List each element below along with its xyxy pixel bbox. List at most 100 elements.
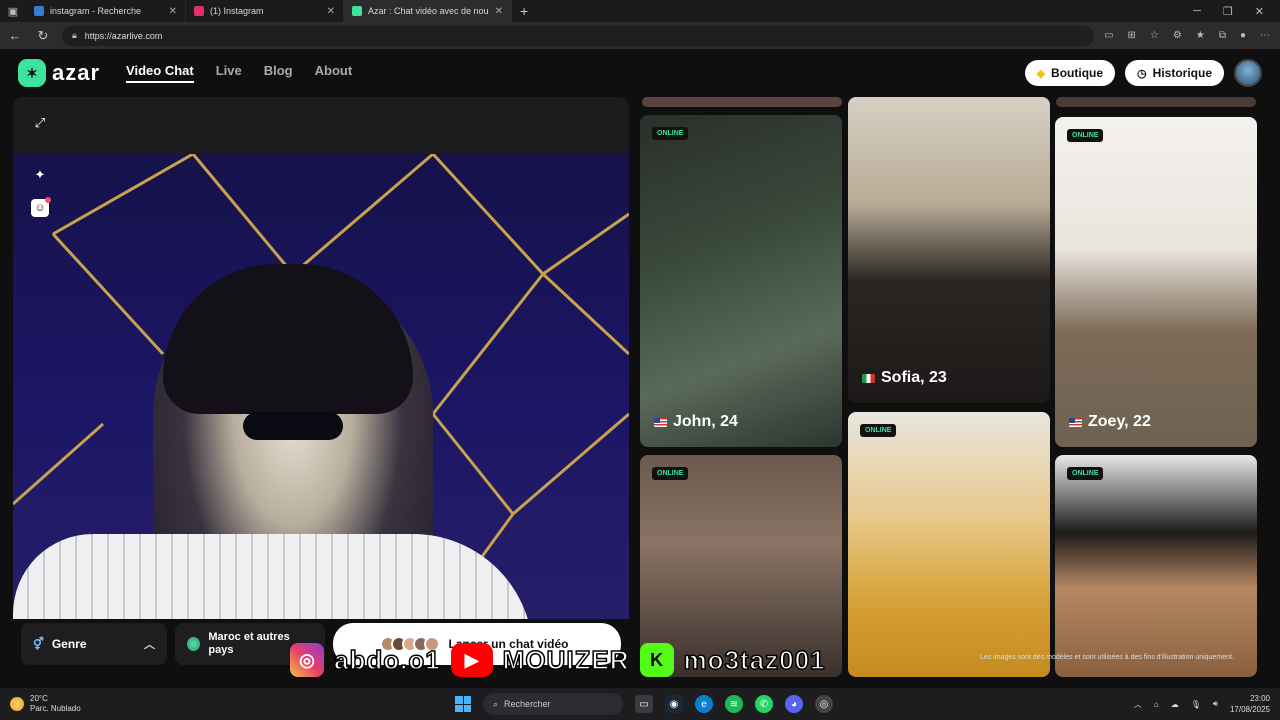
apps-icon[interactable]: ⊞ [1128,30,1136,41]
windows-taskbar: 20°C Parc. Nublado ⌕ Rechercher ▭ ◉ e ≋ … [0,688,1280,720]
profiles-grid: ONLINE John, 24 Sofia, 23 ONLINE Zoey, 2… [640,97,1260,677]
site-header: ✶ azar Video Chat Live Blog About ◆ Bout… [0,49,1280,97]
steam-icon[interactable]: ◉ [665,695,683,713]
read-aloud-icon[interactable]: ▭ [1104,30,1113,41]
user-avatar[interactable] [1234,59,1262,87]
webcam-glasses-graphic [243,412,343,440]
back-icon[interactable]: ← [6,28,24,43]
globe-icon [187,637,201,651]
close-icon[interactable]: ✕ [495,6,503,17]
nav-about[interactable]: About [315,63,353,83]
tab-title: instagram - Recherche [50,6,142,16]
profile-name: Sofia, 23 [862,369,947,387]
new-tab-icon[interactable]: + [512,3,536,19]
face-filter-icon[interactable]: ☺ [31,197,51,217]
obs-icon[interactable]: ◎ [815,695,833,713]
gender-icon: ⚥ [33,637,44,651]
illustration-disclaimer: Les images sont des modèles et sont util… [980,654,1234,661]
extensions-icon[interactable]: ⚙ [1173,30,1182,41]
profile-card-partial[interactable] [1056,97,1256,107]
close-icon[interactable]: ✕ [327,6,335,17]
profile-name-text: Zoey, 22 [1088,413,1151,430]
reload-icon[interactable]: ↻ [34,28,52,44]
azar-logo[interactable]: ✶ azar [18,59,100,87]
weather-widget[interactable]: 20°C Parc. Nublado [10,694,81,714]
task-view-icon[interactable]: ▭ [635,695,653,713]
header-actions: ◆ Boutique ◷ Historique [1024,59,1262,87]
us-flag-icon [1069,417,1082,427]
tab-azar[interactable]: Azar : Chat vidéo avec de nou ✕ [344,0,512,22]
clock-icon: ◷ [1137,67,1147,80]
nav-video-chat[interactable]: Video Chat [126,63,194,83]
camera-feed [13,154,629,667]
close-window-icon[interactable]: ✕ [1255,5,1264,18]
profile-card[interactable]: ONLINE John, 24 [640,115,842,447]
notification-dot [45,197,51,203]
address-bar: ← ↻ 🔒︎ https://azarlive.com ▭ ⊞ ☆ ⚙ ★ ⧉ … [0,22,1280,49]
profile-name: Zoey, 22 [1069,413,1151,431]
nav-blog[interactable]: Blog [264,63,293,83]
whatsapp-icon[interactable]: ✆ [755,695,773,713]
profile-card[interactable]: Sofia, 23 [848,97,1050,403]
taskbar-clock[interactable]: 23:00 17/08/2025 [1230,693,1270,715]
temperature: 20°C [30,694,48,703]
spotify-icon[interactable]: ≋ [725,695,743,713]
profile-card-partial[interactable] [642,97,842,107]
discord-icon[interactable]: ◕ [785,695,803,713]
profile-name-text: Sofia, 23 [881,369,947,386]
edge-icon[interactable]: e [695,695,713,713]
window-controls: ─ ❐ ✕ [1193,5,1280,18]
tab-instagram-search[interactable]: instagram - Recherche ✕ [26,0,186,22]
self-video-panel: ⤢ ✦ ☺ [13,97,629,667]
weather-condition: Parc. Nublado [30,704,81,713]
kick-handle: mo3taz001 [683,644,826,676]
search-favicon-icon [34,6,44,16]
profile-name: John, 24 [654,413,738,431]
logo-text: azar [52,60,101,85]
cloud-icon[interactable]: ☁ [1171,700,1179,709]
tab-title: Azar : Chat vidéo avec de nou [368,6,489,16]
kick-icon: K [639,643,674,677]
minimize-icon[interactable]: ─ [1193,5,1201,18]
network-icon[interactable]: ⌂ [1154,700,1159,709]
microphone-icon[interactable]: 🎙︎ [1191,700,1201,709]
clock-time: 23:00 [1249,694,1270,703]
menu-dots-icon[interactable]: ⋯ [1260,30,1270,41]
instagram-icon: ◎ [290,643,324,677]
collections-icon[interactable]: ⧉ [1219,30,1226,41]
online-badge: ONLINE [652,467,689,480]
system-tray: ︿ ⌂ ☁ 🎙︎ 🔊︎ 23:00 17/08/2025 [1134,693,1270,715]
youtube-handle: MOUIZER [502,644,630,676]
instagram-handle: abdo.o1 [333,644,441,676]
chevron-up-icon[interactable]: ︿ [1134,699,1142,710]
profile-card[interactable]: ONLINE [1055,455,1257,677]
taskbar-apps: ⌕ Rechercher ▭ ◉ e ≋ ✆ ◕ ◎ [455,693,833,715]
sparkle-effects-icon[interactable]: ✦ [28,163,52,187]
profile-card[interactable]: ONLINE [848,412,1050,677]
tab-actions-icon[interactable]: ▣ [0,0,26,22]
historique-label: Historique [1152,66,1212,80]
tab-instagram[interactable]: (1) Instagram ✕ [186,0,344,22]
url-field[interactable]: 🔒︎ https://azarlive.com [62,25,1095,46]
historique-button[interactable]: ◷ Historique [1125,60,1224,86]
azar-favicon-icon [352,6,362,16]
windows-start-icon[interactable] [455,696,471,712]
close-icon[interactable]: ✕ [169,6,177,17]
genre-selector[interactable]: ⚥ Genre ︿ [21,623,167,665]
volume-icon[interactable]: 🔊︎ [1213,699,1218,709]
profile-card[interactable]: ONLINE Zoey, 22 [1055,117,1257,447]
favorites-icon[interactable]: ★ [1196,30,1205,41]
genre-label: Genre [51,637,87,651]
favorite-star-icon[interactable]: ☆ [1150,30,1159,41]
taskbar-search[interactable]: ⌕ Rechercher [483,693,623,715]
fullscreen-icon[interactable]: ⤢ [28,111,52,135]
gem-icon: ◆ [1036,67,1046,80]
nav-live[interactable]: Live [216,63,242,83]
maximize-icon[interactable]: ❐ [1223,5,1233,18]
main-nav: Video Chat Live Blog About [126,63,352,83]
boutique-button[interactable]: ◆ Boutique [1024,60,1116,86]
us-flag-icon [654,417,667,427]
lock-icon: 🔒︎ [72,30,77,40]
profile-icon[interactable]: ● [1240,30,1246,41]
profile-name-text: John, 24 [673,413,738,430]
